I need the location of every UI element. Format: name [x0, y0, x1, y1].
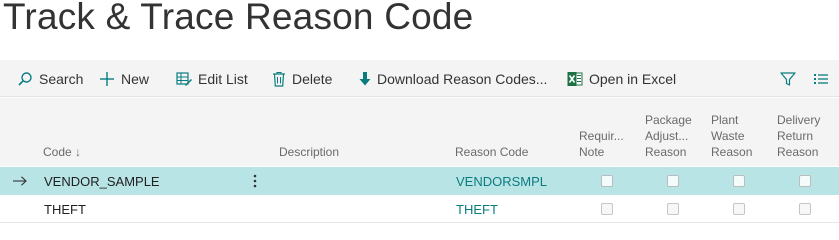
edit-list-button[interactable]: Edit List — [176, 60, 248, 97]
new-label: New — [121, 70, 150, 87]
column-header-plant-waste-reason[interactable]: Plant Waste Reason — [711, 112, 752, 160]
column-header-reason-code[interactable]: Reason Code — [455, 144, 528, 160]
table-row[interactable]: VENDOR_SAMPLE VENDORSMPL — [0, 167, 839, 195]
header-line: Reason — [711, 145, 753, 159]
new-button[interactable]: New — [99, 60, 149, 97]
download-label: Download Reason Codes... — [377, 70, 548, 87]
column-header-code[interactable]: Code ↓ — [43, 144, 81, 160]
delete-label: Delete — [292, 70, 333, 87]
code-cell[interactable]: VENDOR_SAMPLE — [44, 167, 160, 195]
open-in-excel-button[interactable]: Open in Excel — [567, 60, 676, 97]
require-note-checkbox[interactable] — [601, 175, 613, 187]
header-line: Waste — [711, 129, 745, 143]
edit-list-label: Edit List — [198, 70, 248, 87]
delivery-return-reason-checkbox[interactable] — [799, 203, 811, 215]
reason-code-cell[interactable]: VENDORSMPL — [456, 167, 547, 195]
download-reason-codes-button[interactable]: Download Reason Codes... — [359, 60, 547, 97]
filter-button[interactable] — [780, 60, 802, 97]
plant-waste-reason-checkbox[interactable] — [733, 203, 745, 215]
header-line: Reason — [777, 145, 819, 159]
plant-waste-reason-checkbox[interactable] — [733, 175, 745, 187]
header-line: Return — [777, 129, 814, 143]
search-button[interactable]: Search — [17, 60, 83, 97]
sort-descending-icon: ↓ — [75, 145, 82, 159]
code-cell[interactable]: THEFT — [44, 195, 86, 223]
excel-icon — [567, 71, 583, 86]
filter-icon — [780, 71, 796, 86]
reason-code-cell[interactable]: THEFT — [456, 195, 498, 223]
header-line: Requir... — [579, 129, 624, 143]
edit-list-icon — [176, 71, 192, 86]
column-header-description[interactable]: Description — [279, 144, 339, 160]
page-title: Track & Trace Reason Code — [3, 0, 474, 37]
list-view-icon — [814, 73, 828, 84]
search-label: Search — [39, 70, 84, 87]
grid-header: Code ↓ Description Reason Code Requir...… — [0, 98, 839, 166]
delivery-return-reason-checkbox[interactable] — [799, 175, 811, 187]
header-line: Delivery — [777, 113, 821, 127]
header-line: Plant — [711, 113, 739, 127]
download-arrow-icon — [359, 71, 371, 85]
column-header-require-note[interactable]: Requir... Note — [579, 128, 624, 160]
header-line: Reason — [645, 145, 687, 159]
open-in-excel-label: Open in Excel — [589, 70, 677, 87]
row-selected-arrow-icon — [13, 167, 27, 195]
plus-icon — [100, 71, 114, 86]
action-bar: Search New Edit List Delete Download Rea… — [0, 60, 839, 97]
header-line: Package — [645, 113, 692, 127]
column-header-delivery-return-reason[interactable]: Delivery Return Reason — [777, 112, 820, 160]
table-row[interactable]: THEFT THEFT — [0, 195, 839, 223]
column-header-package-adjust-reason[interactable]: Package Adjust... Reason — [645, 112, 692, 160]
column-code-label: Code — [43, 145, 72, 159]
header-line: Adjust... — [645, 129, 689, 143]
row-actions-ellipsis-icon[interactable] — [250, 167, 260, 195]
search-icon — [18, 71, 32, 86]
delete-button[interactable]: Delete — [272, 60, 332, 97]
trash-icon — [273, 71, 285, 87]
package-adjust-reason-checkbox[interactable] — [667, 175, 679, 187]
list-view-button[interactable] — [813, 60, 835, 97]
package-adjust-reason-checkbox[interactable] — [667, 203, 679, 215]
require-note-checkbox[interactable] — [601, 203, 613, 215]
header-line: Note — [579, 145, 605, 159]
